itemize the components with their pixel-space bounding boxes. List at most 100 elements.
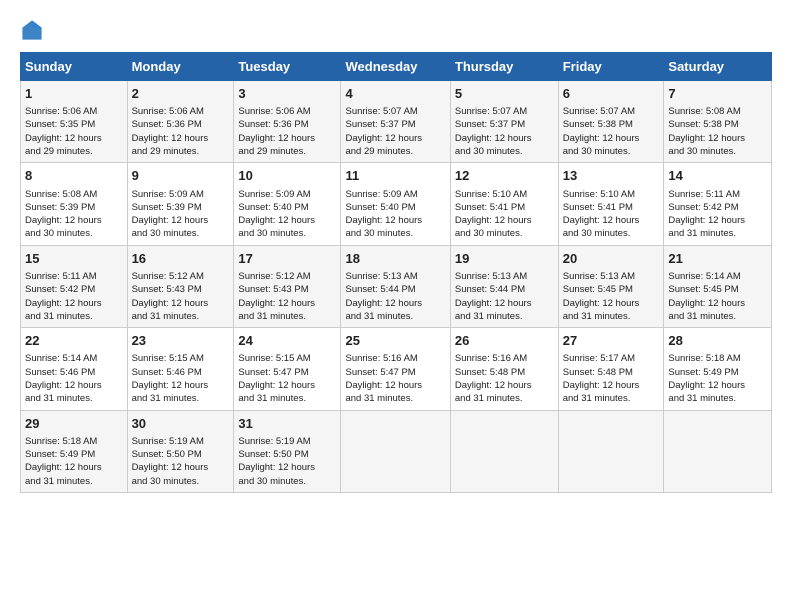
cell-info-line: Sunset: 5:36 PM	[132, 118, 230, 131]
cell-info-line: and 30 minutes.	[455, 227, 554, 240]
day-number: 15	[25, 250, 123, 268]
cell-info-line: Sunset: 5:43 PM	[238, 283, 336, 296]
cell-info-line: Sunrise: 5:15 AM	[238, 352, 336, 365]
cell-info-line: Sunset: 5:37 PM	[455, 118, 554, 131]
cell-info-line: Sunset: 5:47 PM	[345, 366, 445, 379]
cell-info-line: and 31 minutes.	[25, 475, 123, 488]
cell-info-line: Sunrise: 5:13 AM	[563, 270, 660, 283]
cell-info-line: Daylight: 12 hours	[132, 461, 230, 474]
cell-info-line: Sunset: 5:41 PM	[563, 201, 660, 214]
cell-info-line: and 31 minutes.	[25, 310, 123, 323]
cell-info-line: Sunset: 5:35 PM	[25, 118, 123, 131]
cell-info-line: Sunrise: 5:12 AM	[238, 270, 336, 283]
cell-info-line: Daylight: 12 hours	[25, 297, 123, 310]
day-number: 29	[25, 415, 123, 433]
week-row-2: 8Sunrise: 5:08 AMSunset: 5:39 PMDaylight…	[21, 163, 772, 245]
col-header-thursday: Thursday	[450, 53, 558, 81]
page: SundayMondayTuesdayWednesdayThursdayFrid…	[0, 0, 792, 503]
cell-info-line: Sunrise: 5:06 AM	[25, 105, 123, 118]
cell-info-line: Daylight: 12 hours	[25, 214, 123, 227]
cell-info-line: Daylight: 12 hours	[25, 132, 123, 145]
cell-info-line: Sunrise: 5:07 AM	[345, 105, 445, 118]
calendar-cell: 13Sunrise: 5:10 AMSunset: 5:41 PMDayligh…	[558, 163, 664, 245]
cell-info-line: Sunset: 5:36 PM	[238, 118, 336, 131]
cell-info-line: Daylight: 12 hours	[345, 132, 445, 145]
day-number: 21	[668, 250, 767, 268]
cell-info-line: Daylight: 12 hours	[25, 461, 123, 474]
day-number: 26	[455, 332, 554, 350]
calendar-cell: 22Sunrise: 5:14 AMSunset: 5:46 PMDayligh…	[21, 328, 128, 410]
cell-info-line: Sunset: 5:37 PM	[345, 118, 445, 131]
col-header-monday: Monday	[127, 53, 234, 81]
cell-info-line: and 30 minutes.	[238, 227, 336, 240]
calendar-cell: 25Sunrise: 5:16 AMSunset: 5:47 PMDayligh…	[341, 328, 450, 410]
calendar-cell: 2Sunrise: 5:06 AMSunset: 5:36 PMDaylight…	[127, 81, 234, 163]
cell-info-line: Sunrise: 5:07 AM	[563, 105, 660, 118]
cell-info-line: Daylight: 12 hours	[668, 379, 767, 392]
cell-info-line: Sunrise: 5:15 AM	[132, 352, 230, 365]
calendar-cell: 27 Sunrise: 5:17 AMSunset: 5:48 PMDayligh…	[558, 328, 664, 410]
cell-info-line: Daylight: 12 hours	[455, 132, 554, 145]
col-header-sunday: Sunday	[21, 53, 128, 81]
cell-info-line: Sunset: 5:40 PM	[238, 201, 336, 214]
calendar-cell: 4Sunrise: 5:07 AMSunset: 5:37 PMDaylight…	[341, 81, 450, 163]
day-number: 10	[238, 167, 336, 185]
col-header-friday: Friday	[558, 53, 664, 81]
day-number: 3	[238, 85, 336, 103]
calendar-cell: 12Sunrise: 5:10 AMSunset: 5:41 PMDayligh…	[450, 163, 558, 245]
cell-info-line: Sunrise: 5:17 AM	[563, 352, 660, 365]
cell-info-line: Daylight: 12 hours	[238, 379, 336, 392]
cell-info-line: Sunset: 5:44 PM	[455, 283, 554, 296]
header-row: SundayMondayTuesdayWednesdayThursdayFrid…	[21, 53, 772, 81]
cell-info-line: and 30 minutes.	[345, 227, 445, 240]
cell-info-line: and 30 minutes.	[455, 145, 554, 158]
cell-info-line: Sunset: 5:39 PM	[132, 201, 230, 214]
cell-info-line: Daylight: 12 hours	[25, 379, 123, 392]
cell-info-line: Daylight: 12 hours	[455, 214, 554, 227]
cell-info-line: Sunrise: 5:12 AM	[132, 270, 230, 283]
calendar-cell: 30Sunrise: 5:19 AMSunset: 5:50 PMDayligh…	[127, 410, 234, 492]
col-header-wednesday: Wednesday	[341, 53, 450, 81]
cell-info-line: Sunrise: 5:09 AM	[132, 188, 230, 201]
cell-info-line: Sunrise: 5:08 AM	[25, 188, 123, 201]
cell-info-line: Daylight: 12 hours	[668, 214, 767, 227]
cell-info-line: Sunset: 5:39 PM	[25, 201, 123, 214]
calendar-cell: 11Sunrise: 5:09 AMSunset: 5:40 PMDayligh…	[341, 163, 450, 245]
calendar-cell: 24Sunrise: 5:15 AMSunset: 5:47 PMDayligh…	[234, 328, 341, 410]
calendar-cell	[664, 410, 772, 492]
cell-info-line: Daylight: 12 hours	[132, 132, 230, 145]
day-number: 12	[455, 167, 554, 185]
cell-info-line: Sunrise: 5:06 AM	[132, 105, 230, 118]
cell-info-line: and 31 minutes.	[345, 310, 445, 323]
cell-info-line: and 31 minutes.	[25, 392, 123, 405]
cell-info-line: Sunrise: 5:16 AM	[455, 352, 554, 365]
cell-info-line: Sunset: 5:48 PM	[563, 366, 660, 379]
cell-info-line: and 31 minutes.	[455, 392, 554, 405]
day-number: 5	[455, 85, 554, 103]
calendar-cell: 26Sunrise: 5:16 AMSunset: 5:48 PMDayligh…	[450, 328, 558, 410]
cell-info-line: Sunrise: 5:10 AM	[563, 188, 660, 201]
cell-info-line: and 29 minutes.	[345, 145, 445, 158]
cell-info-line: Sunset: 5:47 PM	[238, 366, 336, 379]
cell-info-line: and 31 minutes.	[563, 392, 660, 405]
week-row-1: 1Sunrise: 5:06 AMSunset: 5:35 PMDaylight…	[21, 81, 772, 163]
calendar-cell: 7Sunrise: 5:08 AMSunset: 5:38 PMDaylight…	[664, 81, 772, 163]
cell-info-line: Sunrise: 5:13 AM	[455, 270, 554, 283]
cell-info-line: Daylight: 12 hours	[238, 461, 336, 474]
calendar-cell: 23Sunrise: 5:15 AMSunset: 5:46 PMDayligh…	[127, 328, 234, 410]
cell-info-line: Sunrise: 5:18 AM	[668, 352, 767, 365]
cell-info-line: and 31 minutes.	[668, 227, 767, 240]
cell-info-line: Sunrise: 5:13 AM	[345, 270, 445, 283]
cell-info-line: Sunrise: 5:06 AM	[238, 105, 336, 118]
cell-info-line: Daylight: 12 hours	[563, 379, 660, 392]
day-number: 22	[25, 332, 123, 350]
day-number: 27	[563, 332, 660, 350]
cell-info-line: Sunset: 5:44 PM	[345, 283, 445, 296]
day-number: 6	[563, 85, 660, 103]
day-number: 7	[668, 85, 767, 103]
calendar-cell: 14Sunrise: 5:11 AMSunset: 5:42 PMDayligh…	[664, 163, 772, 245]
day-number: 14	[668, 167, 767, 185]
cell-info-line: and 31 minutes.	[668, 392, 767, 405]
cell-info-line: Sunrise: 5:09 AM	[238, 188, 336, 201]
cell-info-line: and 30 minutes.	[132, 227, 230, 240]
